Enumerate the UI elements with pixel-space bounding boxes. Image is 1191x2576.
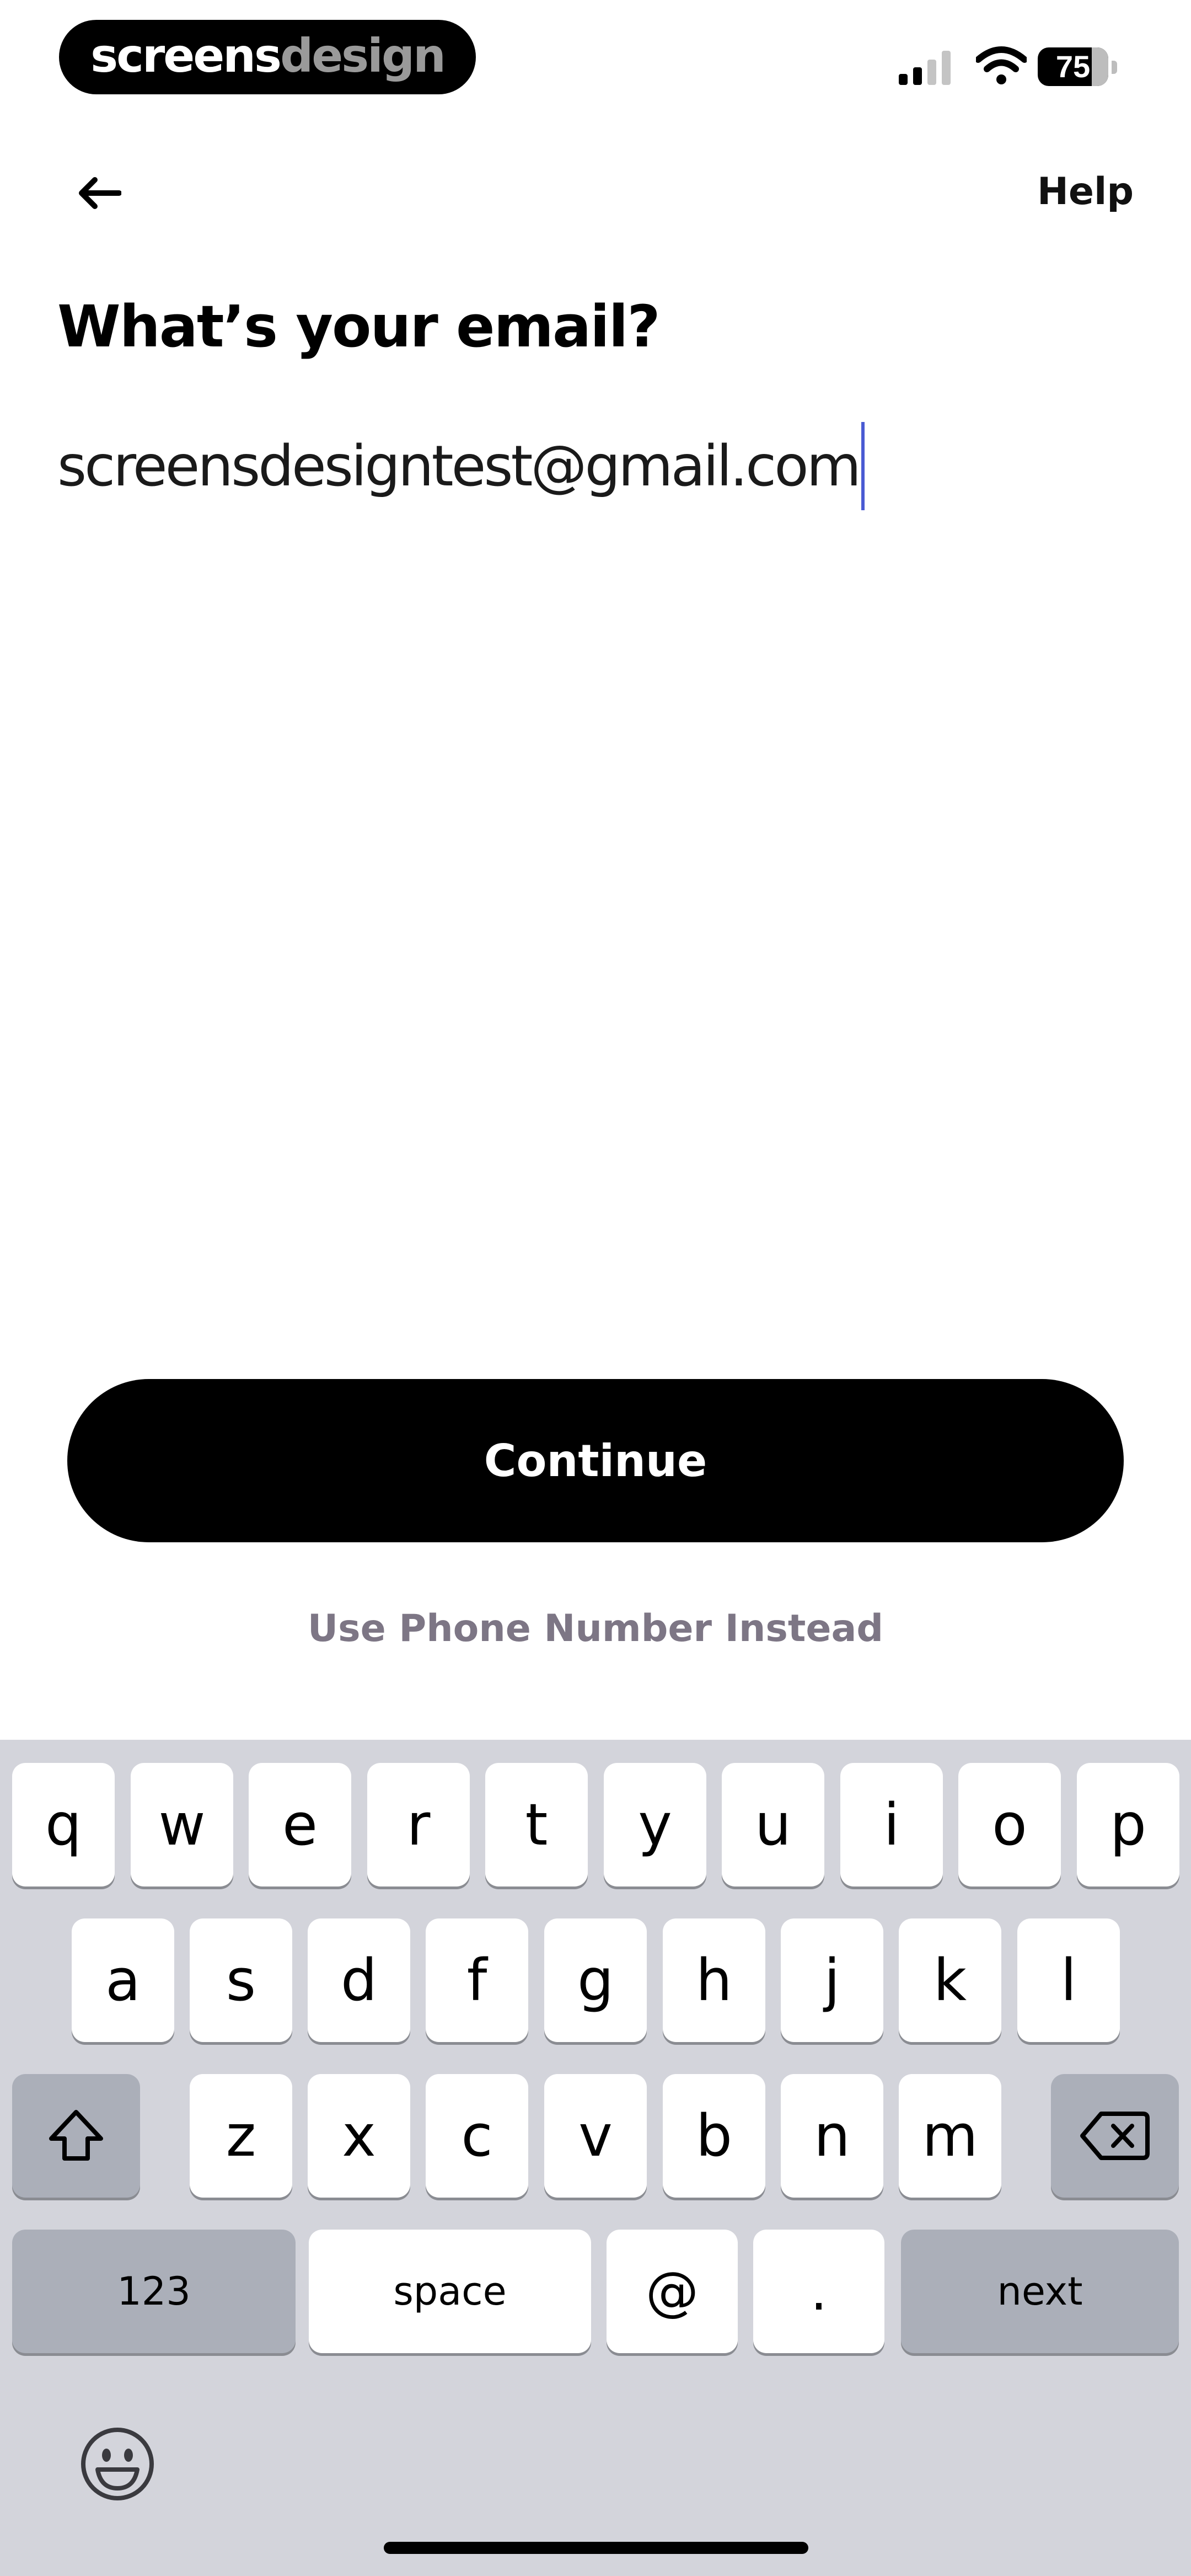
email-input[interactable]: screensdesigntest@gmail.com [57, 419, 865, 513]
key-s[interactable]: s [190, 1918, 292, 2042]
key-f[interactable]: f [426, 1918, 528, 2042]
battery-tip [1112, 61, 1117, 74]
arrow-left-icon [79, 177, 121, 209]
key-i[interactable]: i [840, 1763, 943, 1886]
battery-level: 75 [1055, 49, 1091, 84]
brand-logo-secondary: design [280, 28, 446, 83]
emoji-key[interactable] [76, 2423, 159, 2505]
key-g[interactable]: g [544, 1918, 647, 2042]
space-key[interactable]: space [309, 2230, 591, 2353]
key-y[interactable]: y [604, 1763, 706, 1886]
email-input-value[interactable]: screensdesigntest@gmail.com [57, 434, 861, 499]
key-n[interactable]: n [781, 2074, 883, 2198]
key-b[interactable]: b [663, 2074, 765, 2198]
continue-button[interactable]: Continue [67, 1379, 1124, 1542]
back-button[interactable] [72, 165, 127, 221]
numbers-key[interactable]: 123 [12, 2230, 296, 2353]
emoji-icon [81, 2428, 154, 2500]
wifi-icon [976, 46, 1027, 84]
text-cursor [861, 422, 865, 510]
key-j[interactable]: j [781, 1918, 883, 2042]
key-p[interactable]: p [1077, 1763, 1179, 1886]
key-r[interactable]: r [367, 1763, 470, 1886]
key-t[interactable]: t [485, 1763, 588, 1886]
key-h[interactable]: h [663, 1918, 765, 2042]
key-k[interactable]: k [899, 1918, 1001, 2042]
next-key[interactable]: next [901, 2230, 1179, 2353]
key-e[interactable]: e [249, 1763, 351, 1886]
page-title: What’s your email? [57, 293, 661, 360]
battery-icon: 75 [1038, 47, 1117, 86]
shift-icon [49, 2110, 103, 2161]
help-link[interactable]: Help [1037, 170, 1134, 214]
keyboard: q w e r t y u i o p a s d f g h j k l z … [0, 1740, 1191, 2576]
delete-key[interactable] [1051, 2074, 1179, 2198]
shift-key[interactable] [12, 2074, 140, 2198]
home-indicator [384, 2542, 808, 2554]
battery-empty-portion [1092, 47, 1108, 86]
key-u[interactable]: u [722, 1763, 824, 1886]
battery-body: 75 [1038, 47, 1108, 86]
key-x[interactable]: x [308, 2074, 410, 2198]
use-phone-number-label[interactable]: Use Phone Number Instead [308, 1607, 883, 1650]
signal-icon [899, 51, 951, 85]
at-key[interactable]: @ [607, 2230, 738, 2353]
key-v[interactable]: v [544, 2074, 647, 2198]
brand-logo-text: screensdesign [90, 33, 446, 79]
key-c[interactable]: c [426, 2074, 528, 2198]
delete-icon [1080, 2112, 1150, 2160]
key-a[interactable]: a [72, 1918, 174, 2042]
key-m[interactable]: m [899, 2074, 1001, 2198]
key-q[interactable]: q [12, 1763, 115, 1886]
use-phone-number-link[interactable]: Use Phone Number Instead [0, 1604, 1191, 1654]
period-key[interactable]: . [753, 2230, 884, 2353]
key-z[interactable]: z [190, 2074, 292, 2198]
key-l[interactable]: l [1017, 1918, 1120, 2042]
key-w[interactable]: w [131, 1763, 233, 1886]
brand-logo-primary: screens [90, 28, 282, 83]
brand-logo: screensdesign [59, 20, 476, 94]
key-d[interactable]: d [308, 1918, 410, 2042]
key-o[interactable]: o [958, 1763, 1061, 1886]
